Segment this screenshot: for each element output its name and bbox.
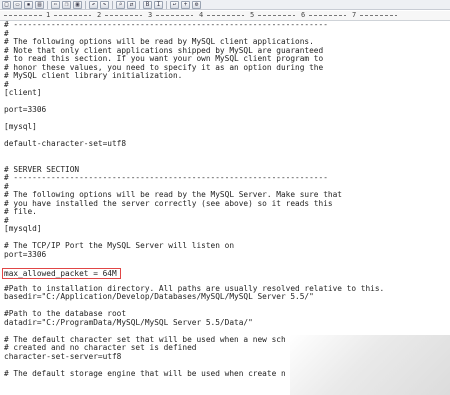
find-icon[interactable]: ⌕ — [116, 0, 125, 9]
highlighted-setting: max_allowed_packet = 64M — [2, 267, 121, 279]
code-line: port=3306 — [4, 249, 47, 259]
bold-icon[interactable]: B — [143, 0, 152, 9]
ruler-tick — [4, 15, 42, 16]
open-icon[interactable]: ▭ — [13, 0, 22, 9]
italic-icon[interactable]: I — [154, 0, 163, 9]
settings-icon[interactable]: ⚙ — [192, 0, 201, 9]
ruler-number: 3 — [148, 11, 153, 19]
ruler-tick — [309, 15, 346, 16]
toolbar-separator — [112, 0, 113, 9]
ruler-tick — [360, 15, 397, 16]
toolbar-separator — [166, 0, 167, 9]
ruler-tick — [258, 15, 295, 16]
code-line: [mysql] — [4, 122, 37, 131]
ruler-tick — [207, 15, 244, 16]
paste-icon[interactable]: ▣ — [73, 0, 82, 9]
code-line: port=3306 — [4, 105, 47, 114]
undo-icon[interactable]: ↶ — [89, 0, 98, 9]
code-line: # The TCP/IP Port the MySQL Server will … — [4, 241, 235, 250]
redo-icon[interactable]: ↷ — [100, 0, 109, 9]
code-line: [client] — [4, 88, 42, 97]
code-line: # — [4, 215, 9, 225]
ruler-number: 6 — [301, 11, 306, 19]
new-icon[interactable]: □ — [2, 0, 11, 9]
cut-icon[interactable]: ✂ — [51, 0, 60, 9]
ruler-tick — [156, 15, 193, 16]
toolbar: □ ▭ ▪ ▤ ✂ ❐ ▣ ↶ ↷ ⌕ ⇄ B I ↩ + ⚙ — [0, 0, 450, 10]
toolbar-separator — [139, 0, 140, 9]
ruler-number: 7 — [352, 11, 357, 19]
blur-overlay — [290, 335, 450, 395]
save-icon[interactable]: ▪ — [24, 0, 33, 9]
code-line: # MySQL client library initialization. — [4, 71, 183, 80]
ruler-tick — [105, 15, 142, 16]
ruler-number: 2 — [97, 11, 102, 19]
ruler-number: 1 — [46, 11, 51, 19]
code-line: # --------------------------------------… — [4, 173, 328, 182]
copy-icon[interactable]: ❐ — [62, 0, 71, 9]
code-line: # — [4, 79, 9, 89]
code-line: default-character-set=utf8 — [4, 139, 127, 148]
code-line: basedir="C:/Application/Develop/Database… — [4, 292, 314, 301]
zoom-icon[interactable]: + — [181, 0, 190, 9]
ruler-number: 4 — [199, 11, 204, 19]
code-line: max_allowed_packet = 64M — [2, 267, 450, 279]
ruler-number: 5 — [250, 11, 255, 19]
toolbar-separator — [47, 0, 48, 9]
code-line: # you have installed the server correctl… — [4, 198, 333, 208]
toolbar-separator — [85, 0, 86, 9]
code-line: # --------------------------------------… — [4, 20, 328, 29]
wrap-icon[interactable]: ↩ — [170, 0, 179, 9]
print-icon[interactable]: ▤ — [35, 0, 44, 9]
replace-icon[interactable]: ⇄ — [127, 0, 136, 9]
code-line: # file. — [4, 207, 37, 216]
code-line: datadir="C:/ProgramData/MySQL/MySQL Serv… — [4, 317, 253, 327]
code-line: [mysqld] — [4, 224, 42, 233]
ruler-tick — [54, 15, 91, 16]
